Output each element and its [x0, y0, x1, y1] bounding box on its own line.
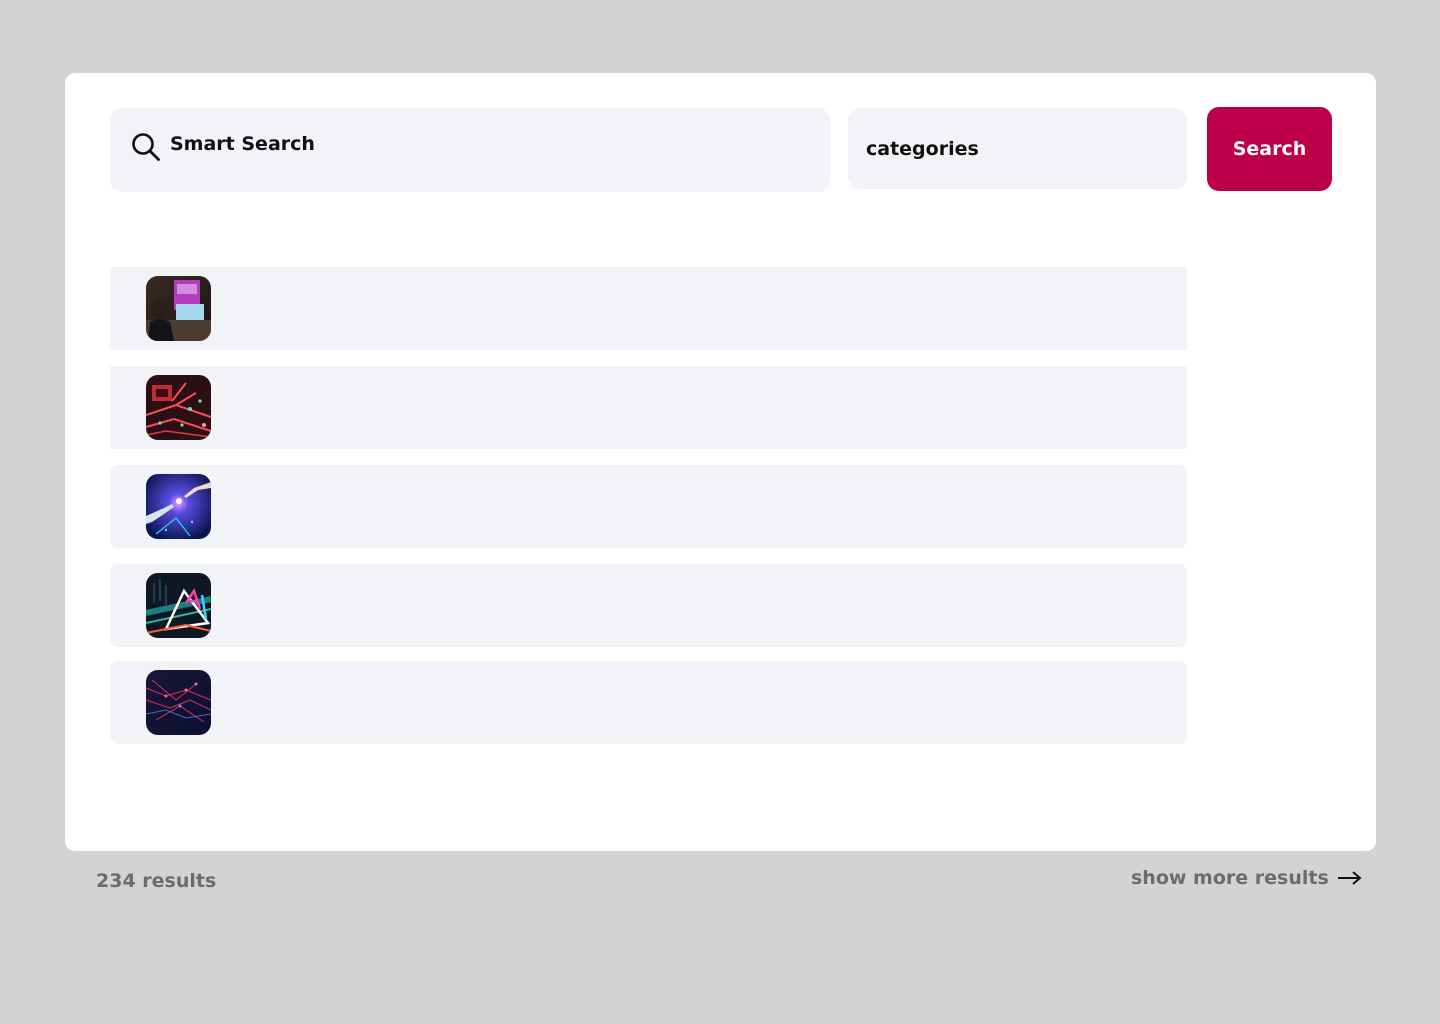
arrow-right-icon: [1337, 871, 1362, 885]
neon-ai-prism-image: [146, 573, 211, 638]
categories-label: categories: [866, 137, 979, 160]
search-button[interactable]: Search: [1207, 107, 1332, 191]
search-input[interactable]: [170, 126, 790, 162]
result-row[interactable]: [110, 465, 1187, 548]
search-button-label: Search: [1232, 138, 1307, 160]
smart-search-box[interactable]: [110, 108, 830, 192]
show-more-label: show more results: [1131, 867, 1329, 889]
person-at-screen-image: [146, 276, 211, 341]
network-lines-image: [146, 670, 211, 735]
search-card: categories Search: [65, 73, 1376, 851]
robot-hand-touch-image: [146, 474, 211, 539]
result-row[interactable]: [110, 366, 1187, 449]
result-row[interactable]: [110, 564, 1187, 647]
results-count: 234 results: [96, 870, 217, 892]
circuit-board-image: [146, 375, 211, 440]
result-row[interactable]: [110, 661, 1187, 744]
show-more-results-link[interactable]: show more results: [1131, 867, 1363, 889]
result-row[interactable]: [110, 267, 1187, 350]
search-icon: [132, 133, 160, 161]
categories-select[interactable]: categories: [848, 108, 1187, 189]
